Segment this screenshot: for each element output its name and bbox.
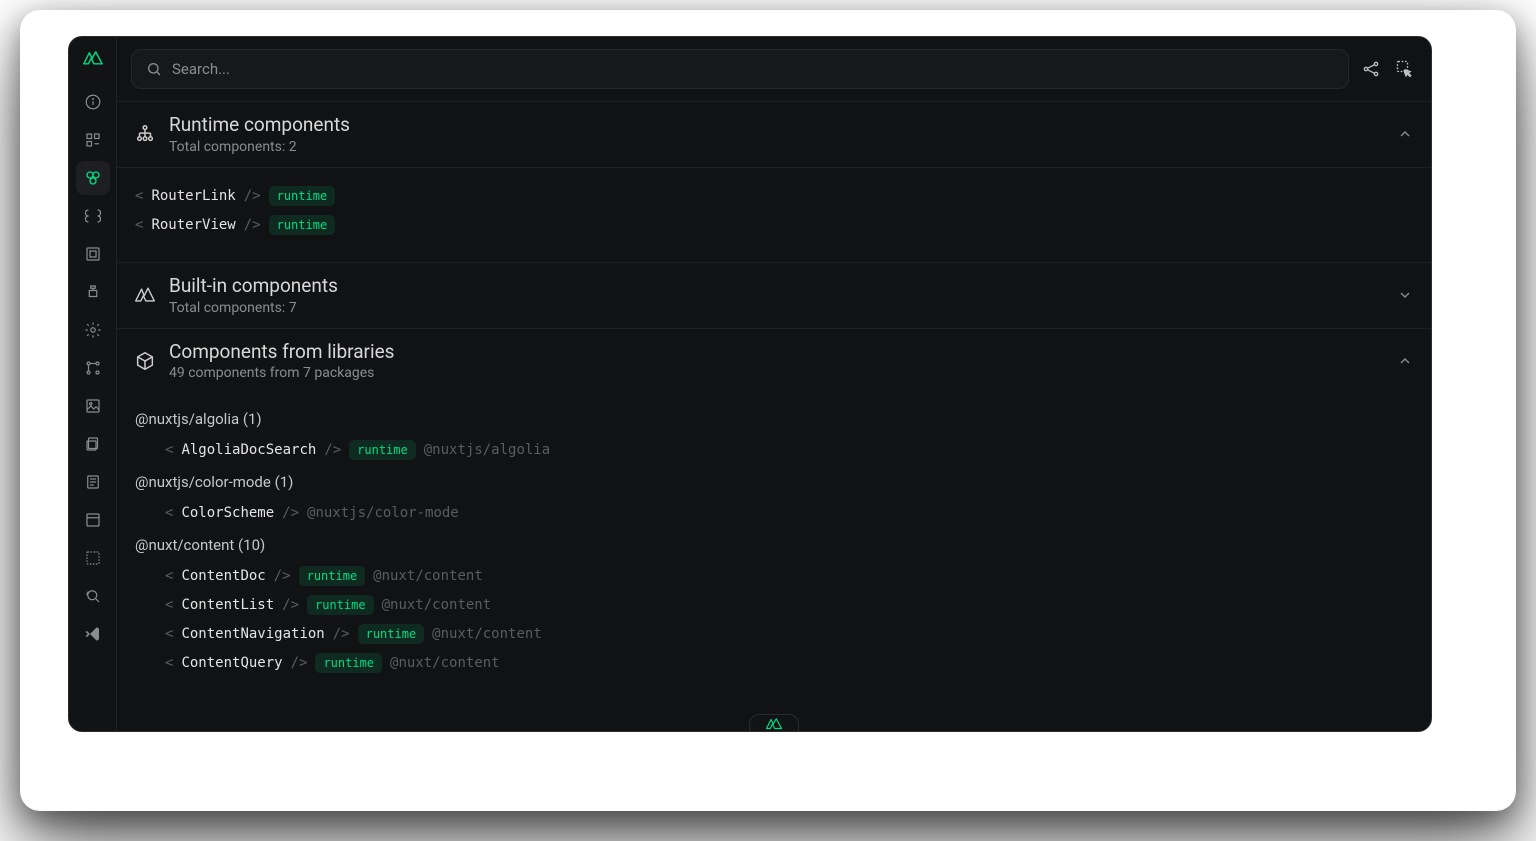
nav-graph-icon[interactable] bbox=[76, 351, 110, 385]
nav-settings-icon[interactable] bbox=[76, 313, 110, 347]
graph-view-button[interactable] bbox=[1359, 57, 1383, 81]
runtime-tag: runtime bbox=[269, 186, 336, 206]
content-scroll[interactable]: Runtime components Total components: 2 <… bbox=[117, 102, 1431, 731]
search-placeholder: Search... bbox=[172, 60, 230, 78]
section-builtin-title: Built-in components bbox=[169, 275, 1397, 298]
component-item[interactable]: < RouterView /> runtime bbox=[135, 211, 1413, 240]
nav-modules-icon[interactable] bbox=[76, 275, 110, 309]
package-label: @nuxtjs/color-mode bbox=[307, 499, 459, 527]
component-name: ContentList bbox=[181, 591, 274, 619]
nav-payload-icon[interactable] bbox=[76, 503, 110, 537]
runtime-tag: runtime bbox=[307, 595, 374, 615]
runtime-tag: runtime bbox=[299, 566, 366, 586]
sidebar bbox=[69, 37, 117, 731]
component-item[interactable]: <ContentDoc/>runtime@nuxt/content bbox=[135, 561, 1413, 590]
nav-pages-icon[interactable] bbox=[76, 123, 110, 157]
component-item[interactable]: <ColorScheme/>@nuxtjs/color-mode bbox=[135, 498, 1413, 527]
runtime-tag: runtime bbox=[269, 215, 336, 235]
section-libraries-header[interactable]: Components from libraries 49 components … bbox=[117, 329, 1431, 394]
component-name: ColorScheme bbox=[181, 499, 274, 527]
section-libraries-body: @nuxtjs/algolia (1)<AlgoliaDocSearch/>ru… bbox=[117, 393, 1431, 699]
component-item[interactable]: <ContentNavigation/>runtime@nuxt/content bbox=[135, 619, 1413, 648]
runtime-tag: runtime bbox=[315, 653, 382, 673]
nav-hooks-icon[interactable] bbox=[76, 541, 110, 575]
nav-inspect-icon[interactable] bbox=[76, 579, 110, 613]
component-name: ContentDoc bbox=[181, 562, 265, 590]
component-item[interactable]: <AlgoliaDocSearch/>runtime@nuxtjs/algoli… bbox=[135, 435, 1413, 464]
dock-toggle[interactable] bbox=[749, 714, 799, 731]
search-icon bbox=[146, 61, 162, 77]
main-panel: Search... Runtime components Total compo… bbox=[117, 37, 1431, 731]
section-libraries-title: Components from libraries bbox=[169, 341, 1397, 364]
section-runtime-subtitle: Total components: 2 bbox=[169, 139, 1397, 155]
nav-info-icon[interactable] bbox=[76, 85, 110, 119]
component-name: AlgoliaDocSearch bbox=[181, 436, 316, 464]
package-label: @nuxt/content bbox=[432, 620, 542, 648]
package-label: @nuxtjs/algolia bbox=[424, 436, 550, 464]
section-runtime-title: Runtime components bbox=[169, 114, 1397, 137]
nuxt-logo-icon[interactable] bbox=[82, 51, 104, 73]
package-label: @nuxt/content bbox=[373, 562, 483, 590]
nav-virtual-files-icon[interactable] bbox=[76, 427, 110, 461]
library-group-header[interactable]: @nuxtjs/algolia (1) bbox=[135, 405, 1413, 433]
nav-assets-icon[interactable] bbox=[76, 389, 110, 423]
section-runtime-body: < RouterLink /> runtime < RouterView /> … bbox=[117, 168, 1431, 263]
chevron-up-icon bbox=[1397, 126, 1413, 142]
component-item[interactable]: <ContentQuery/>runtime@nuxt/content bbox=[135, 648, 1413, 677]
topbar: Search... bbox=[117, 37, 1431, 102]
search-input[interactable]: Search... bbox=[131, 49, 1349, 89]
runtime-tag: runtime bbox=[349, 440, 416, 460]
devtools-window: Search... Runtime components Total compo… bbox=[68, 36, 1432, 732]
runtime-tag: runtime bbox=[358, 624, 425, 644]
section-builtin-subtitle: Total components: 7 bbox=[169, 300, 1397, 316]
component-name: ContentQuery bbox=[181, 649, 282, 677]
component-name: RouterView bbox=[151, 211, 235, 239]
component-item[interactable]: <ContentList/>runtime@nuxt/content bbox=[135, 590, 1413, 619]
package-icon bbox=[131, 347, 159, 375]
component-name: RouterLink bbox=[151, 182, 235, 210]
package-label: @nuxt/content bbox=[390, 649, 500, 677]
package-label: @nuxt/content bbox=[382, 591, 492, 619]
nav-components-icon[interactable] bbox=[76, 161, 110, 195]
section-builtin-header[interactable]: Built-in components Total components: 7 bbox=[117, 263, 1431, 329]
inspector-button[interactable] bbox=[1393, 57, 1417, 81]
library-group-header[interactable]: @nuxt/content (10) bbox=[135, 531, 1413, 559]
section-runtime-header[interactable]: Runtime components Total components: 2 bbox=[117, 102, 1431, 168]
component-name: ContentNavigation bbox=[181, 620, 324, 648]
nav-composables-icon[interactable] bbox=[76, 199, 110, 233]
section-libraries-subtitle: 49 components from 7 packages bbox=[169, 365, 1397, 381]
chevron-down-icon bbox=[1397, 287, 1413, 303]
tree-icon bbox=[131, 120, 159, 148]
nav-vscode-icon[interactable] bbox=[76, 617, 110, 651]
nav-runtime-configs-icon[interactable] bbox=[76, 465, 110, 499]
nuxt-outline-icon bbox=[131, 281, 159, 309]
chevron-up-icon bbox=[1397, 353, 1413, 369]
component-item[interactable]: < RouterLink /> runtime bbox=[135, 182, 1413, 211]
library-group-header[interactable]: @nuxtjs/color-mode (1) bbox=[135, 468, 1413, 496]
nav-imports-icon[interactable] bbox=[76, 237, 110, 271]
